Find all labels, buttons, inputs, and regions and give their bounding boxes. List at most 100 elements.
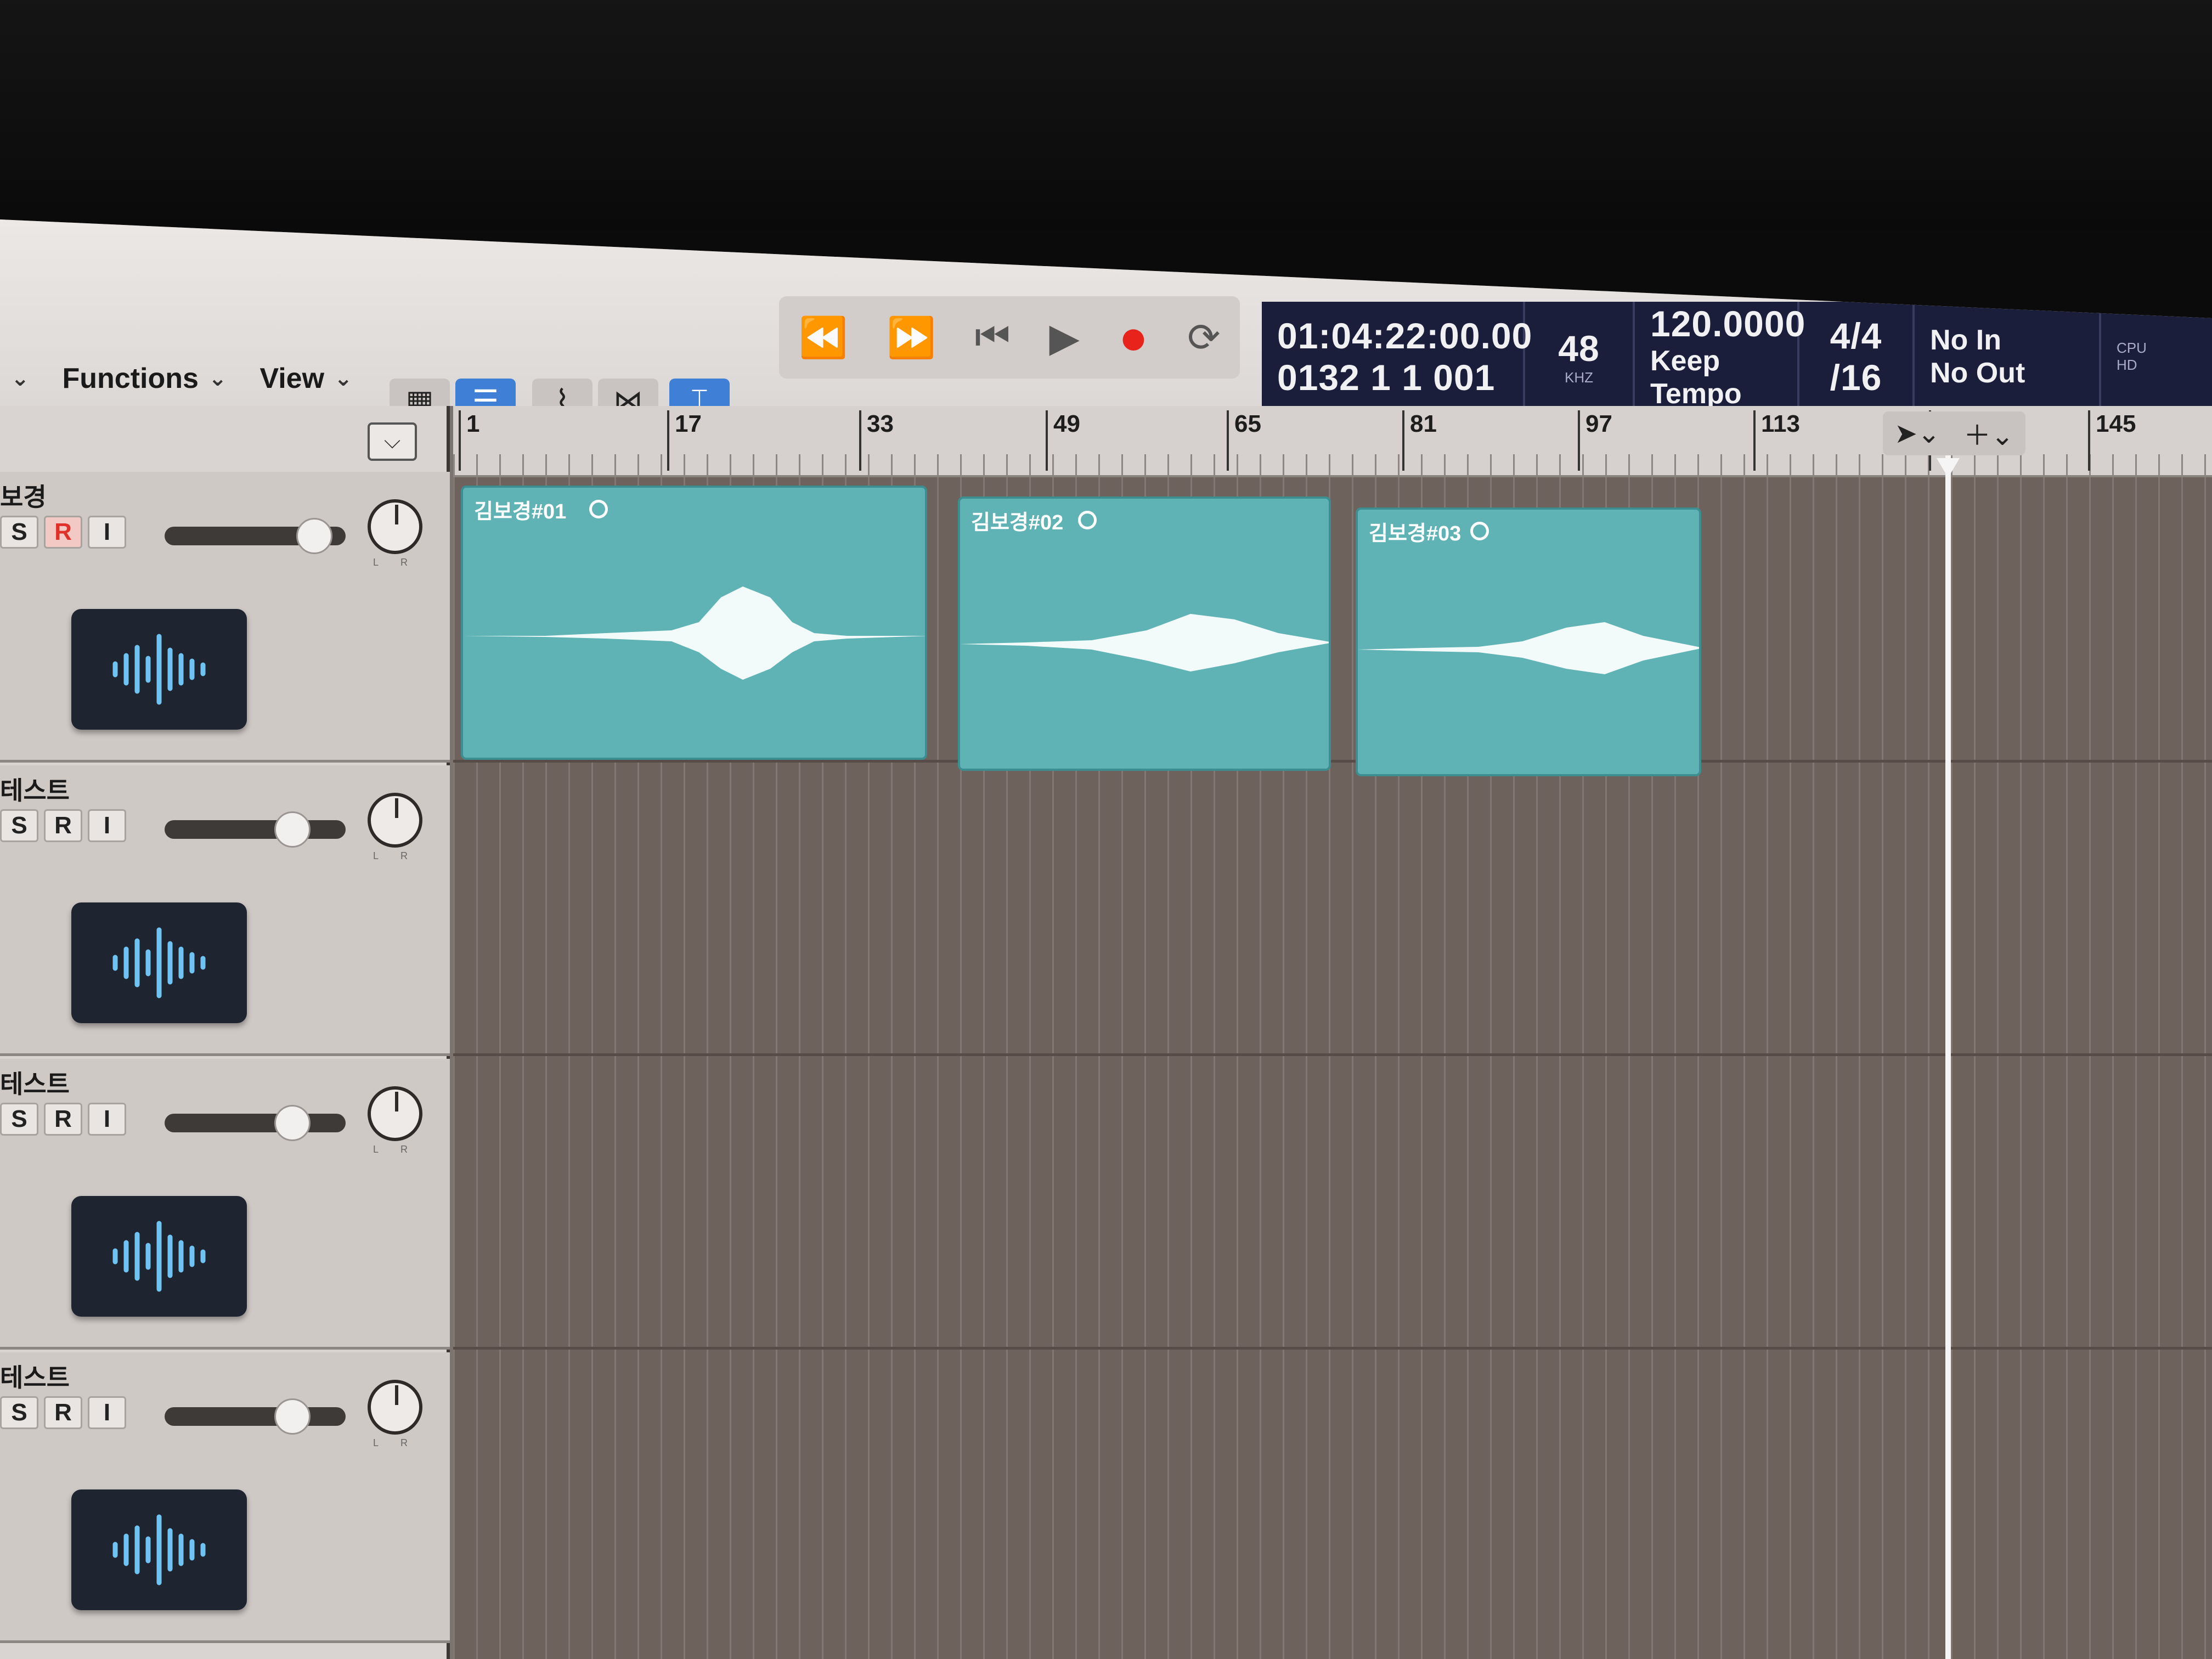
fast-forward-icon[interactable]: ⏩	[887, 314, 936, 361]
bar-marker: 97	[1578, 410, 1612, 471]
fader-knob[interactable]	[274, 811, 311, 848]
daw-window: ⌄ Functions ⌄ View ⌄ ▦ ☰ ⌇ ⋈ ⌶ ⏪ ⏩ ⏮ ▶ ●…	[0, 219, 2212, 1659]
bar-marker: 113	[1753, 410, 1800, 471]
bar-marker: 65	[1227, 410, 1261, 471]
chevron-down-icon[interactable]: ⌄	[11, 366, 30, 391]
bar-marker: 1	[459, 410, 479, 471]
volume-fader[interactable]	[165, 1398, 346, 1435]
pan-lr-label: LR	[373, 850, 430, 861]
sample-rate-unit: KHZ	[1565, 369, 1593, 386]
lcd-tempo[interactable]: 120.0000 Keep Tempo	[1635, 302, 1806, 411]
pan-knob[interactable]	[368, 1380, 422, 1435]
bar-marker: 81	[1402, 410, 1437, 471]
input-monitor-button[interactable]: I	[88, 809, 126, 842]
pan-lr-label: LR	[373, 557, 430, 568]
menu-bar: ⌄ Functions ⌄ View ⌄	[0, 362, 353, 395]
division: /16	[1830, 357, 1882, 398]
cycle-icon[interactable]: ⟳	[1187, 314, 1220, 360]
track-name[interactable]: 보경	[0, 477, 47, 514]
chevron-down-icon: ⌄	[208, 366, 227, 391]
volume-fader[interactable]	[165, 518, 346, 554]
tool-menu[interactable]: ➤⌄ ＋⌄	[1883, 411, 2025, 455]
lcd-signature[interactable]: 4/4 /16	[1799, 302, 1915, 411]
arrange-area[interactable]: 1 17 33 49 65 81 97 113 129 145 ➤⌄ ＋⌄ 김보…	[453, 406, 2212, 1659]
sample-rate-value: 48	[1558, 328, 1600, 369]
bar-marker: 145	[2088, 410, 2136, 471]
playhead[interactable]	[1945, 455, 1951, 1659]
lcd-meters: CPU HD	[2101, 302, 2162, 411]
midi-out: No Out	[1930, 357, 2025, 389]
track-name[interactable]: 테스트	[0, 771, 70, 807]
bar-marker: 49	[1046, 410, 1080, 471]
transport-controls: ⏪ ⏩ ⏮ ▶ ● ⟳	[779, 296, 1240, 379]
fader-knob[interactable]	[274, 1398, 311, 1435]
fader-knob[interactable]	[296, 518, 332, 554]
audio-track-icon	[71, 1196, 247, 1317]
audio-region[interactable]: 김보경#01	[461, 486, 927, 760]
pan-knob[interactable]	[368, 793, 422, 848]
go-to-start-icon[interactable]: ⏮	[975, 314, 1011, 360]
pan-knob[interactable]	[368, 1086, 422, 1141]
record-enable-button[interactable]: R	[44, 1103, 82, 1136]
track-name[interactable]: 테스트	[0, 1358, 70, 1394]
hd-label: HD	[2117, 357, 2137, 373]
input-monitor-button[interactable]: I	[88, 516, 126, 549]
track-header-list: ⌵ 보경 S R I LR 테스트 S R I LR 테스트 S R I LR …	[0, 406, 450, 1659]
track-name[interactable]: 테스트	[0, 1064, 70, 1101]
audio-track-icon	[71, 1489, 247, 1610]
fader-knob[interactable]	[274, 1105, 311, 1141]
track-header[interactable]: 보경 S R I LR	[0, 472, 450, 763]
solo-button[interactable]: S	[0, 1396, 38, 1429]
functions-label: Functions	[62, 363, 199, 394]
volume-fader[interactable]	[165, 811, 346, 848]
input-monitor-button[interactable]: I	[88, 1103, 126, 1136]
bar-readout: 0132 1 1 001	[1277, 357, 1496, 398]
waveform-icon	[463, 586, 925, 680]
midi-in: No In	[1930, 324, 2001, 356]
pan-knob[interactable]	[368, 499, 422, 554]
filter-icon: ⌵	[383, 429, 401, 453]
record-enable-button[interactable]: R	[44, 1396, 82, 1429]
solo-button[interactable]: S	[0, 809, 38, 842]
control-bar: ⌄ Functions ⌄ View ⌄ ▦ ☰ ⌇ ⋈ ⌶ ⏪ ⏩ ⏮ ▶ ●…	[0, 219, 2212, 422]
track-filter-button[interactable]: ⌵	[368, 422, 417, 461]
audio-track-icon	[71, 902, 247, 1023]
pan-lr-label: LR	[373, 1437, 430, 1448]
monitor-bezel	[0, 0, 2212, 230]
record-enable-button[interactable]: R	[44, 809, 82, 842]
smpte-readout: 01:04:22:00.00	[1277, 315, 1533, 356]
lcd-display[interactable]: 01:04:22:00.00 0132 1 1 001 48 KHZ 120.0…	[1262, 302, 2212, 411]
bar-marker: 17	[667, 410, 702, 471]
solo-button[interactable]: S	[0, 1103, 38, 1136]
pointer-tool-icon[interactable]: ➤⌄	[1894, 417, 1940, 449]
track-header[interactable]: 테스트 S R I LR	[0, 1352, 450, 1643]
play-icon[interactable]: ▶	[1049, 314, 1079, 360]
lcd-sample-rate[interactable]: 48 KHZ	[1525, 302, 1635, 411]
functions-menu[interactable]: Functions ⌄	[63, 362, 227, 395]
audio-track-icon	[71, 609, 247, 730]
pan-lr-label: LR	[373, 1144, 430, 1155]
input-monitor-button[interactable]: I	[88, 1396, 126, 1429]
view-menu[interactable]: View ⌄	[259, 362, 352, 395]
add-tool-icon[interactable]: ＋⌄	[1963, 414, 2014, 453]
view-label: View	[259, 363, 325, 394]
track-header[interactable]: 테스트 S R I LR	[0, 765, 450, 1056]
waveform-icon	[1358, 622, 1699, 674]
waveform-icon	[960, 614, 1329, 672]
tempo-mode: Keep Tempo	[1650, 345, 1742, 410]
tempo-value: 120.0000	[1650, 303, 1806, 344]
record-enable-button[interactable]: R	[44, 516, 82, 549]
lcd-position[interactable]: 01:04:22:00.00 0132 1 1 001	[1262, 302, 1533, 411]
lcd-midi[interactable]: No In No Out	[1915, 302, 2101, 411]
audio-region[interactable]: 김보경#02	[958, 496, 1331, 771]
rewind-icon[interactable]: ⏪	[798, 314, 848, 361]
audio-region[interactable]: 김보경#03	[1356, 507, 1701, 776]
record-icon[interactable]: ●	[1119, 309, 1148, 366]
bar-marker: 33	[859, 410, 894, 471]
solo-button[interactable]: S	[0, 516, 38, 549]
track-header[interactable]: 테스트 S R I LR	[0, 1059, 450, 1350]
chevron-down-icon: ⌄	[334, 366, 353, 391]
cpu-label: CPU	[2117, 340, 2147, 356]
volume-fader[interactable]	[165, 1105, 346, 1141]
time-signature: 4/4	[1830, 315, 1882, 356]
